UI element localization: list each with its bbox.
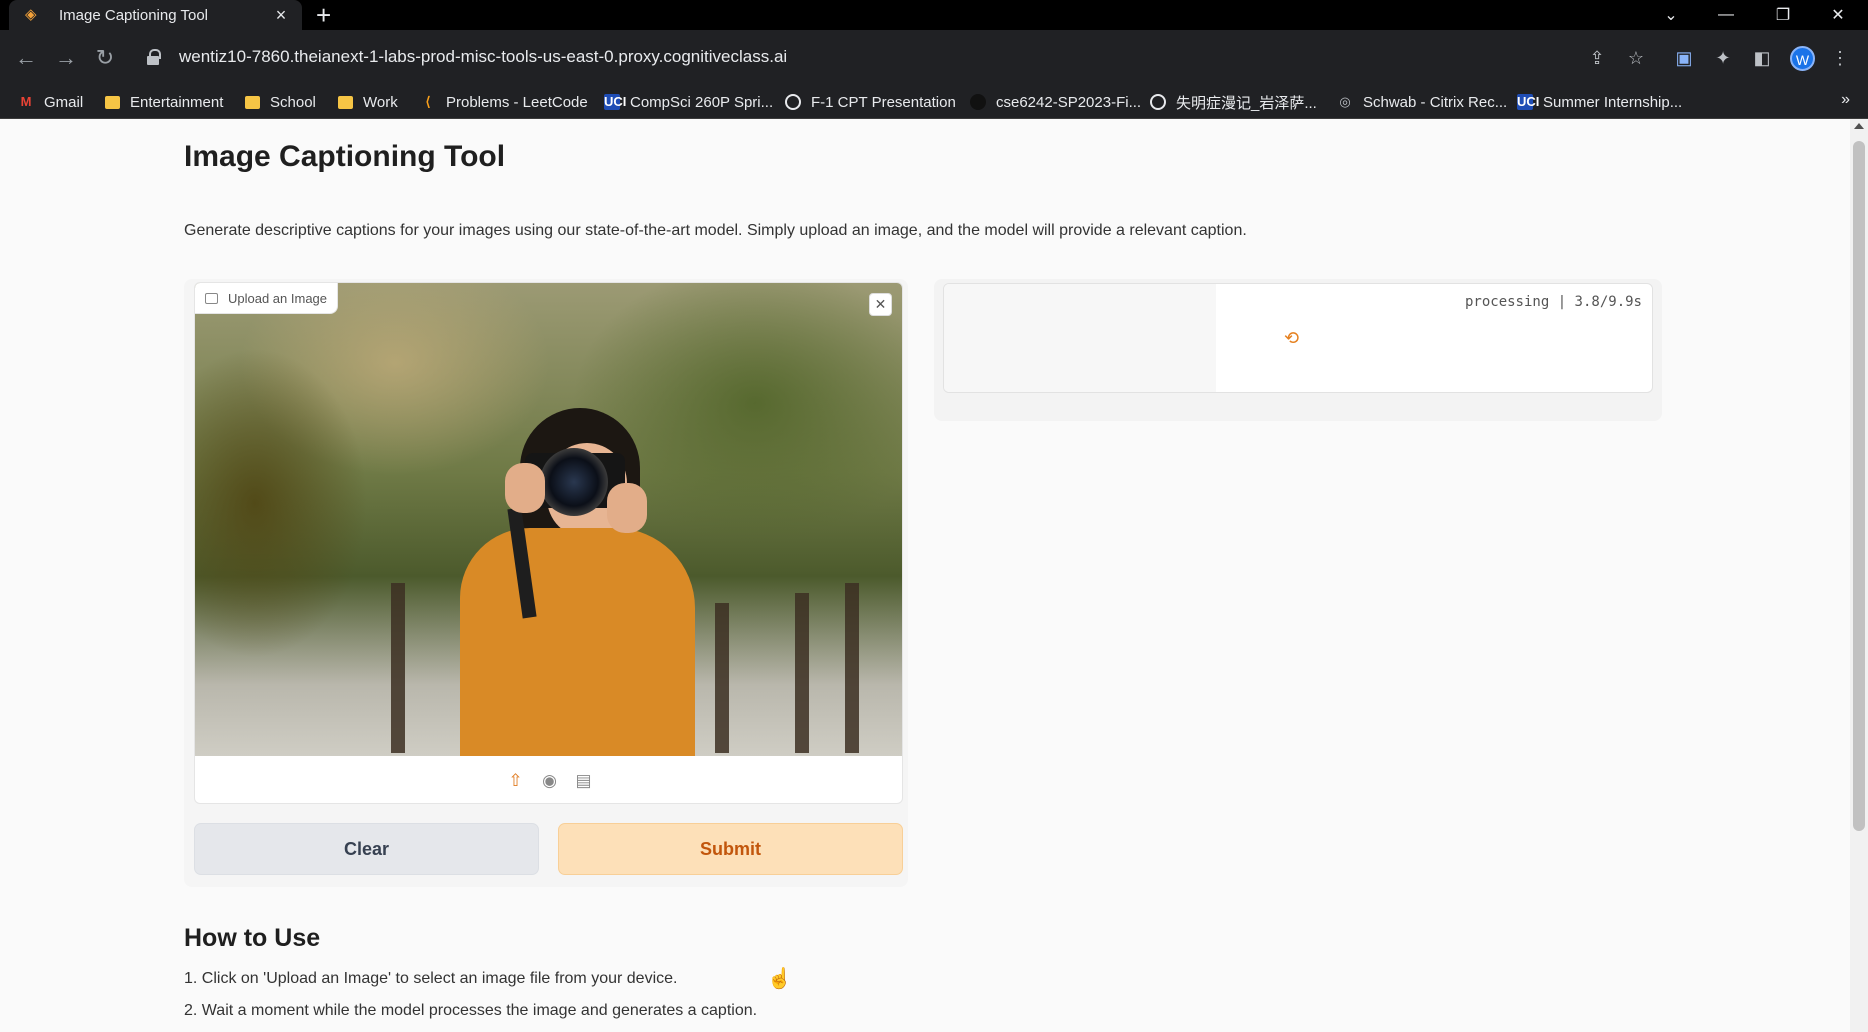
app-favicon-icon: ◈ bbox=[25, 6, 37, 23]
how-to-step: 1. Click on 'Upload an Image' to select … bbox=[184, 970, 678, 987]
tree-trunk bbox=[715, 603, 729, 753]
leetcode-icon: ⟨ bbox=[425, 94, 431, 109]
bookmark-label: CompSci 260P Spri... bbox=[630, 93, 774, 111]
bookmark-label: F-1 CPT Presentation bbox=[811, 93, 956, 111]
new-tab-icon[interactable]: + bbox=[316, 2, 331, 28]
tree-trunk bbox=[795, 593, 809, 753]
pointer-cursor-icon: ☝ bbox=[767, 968, 792, 990]
menu-icon[interactable]: ⋮ bbox=[1826, 44, 1854, 72]
bookmark-schwab[interactable]: ◎ Schwab - Citrix Rec... bbox=[1337, 85, 1507, 119]
uci-icon: UCI bbox=[604, 94, 627, 110]
bookmark-compsci[interactable]: UCI CompSci 260P Spri... bbox=[604, 85, 773, 119]
bookmark-gmail[interactable]: M Gmail bbox=[18, 85, 84, 119]
bookmark-leetcode[interactable]: ⟨ Problems - LeetCode bbox=[420, 85, 588, 119]
address-bar[interactable]: wentiz10-7860.theianext-1-labs-prod-misc… bbox=[135, 38, 1725, 76]
person-hand bbox=[607, 483, 647, 533]
bookmark-internship[interactable]: UCI Summer Internship... bbox=[1517, 85, 1682, 119]
folder-icon bbox=[338, 95, 353, 109]
image-icon bbox=[205, 292, 218, 304]
bookmark-school[interactable]: School bbox=[245, 85, 316, 119]
minimize-icon[interactable]: — bbox=[1699, 0, 1753, 30]
folder-icon bbox=[105, 95, 120, 109]
clipboard-icon[interactable]: ▤ bbox=[575, 771, 593, 790]
upload-label-text: Upload an Image bbox=[228, 290, 328, 306]
bookmark-cse6242[interactable]: cse6242-SP2023-Fi... bbox=[970, 85, 1141, 119]
caption-output-box: processing | 3.8/9.9s ⟲ bbox=[943, 283, 1653, 393]
bookmarks-bar: M Gmail Entertainment School Work ⟨ Prob… bbox=[0, 85, 1868, 119]
bookmark-entertainment[interactable]: Entertainment bbox=[105, 85, 223, 119]
bookmark-label: 失明症漫记_岩泽萨... bbox=[1176, 94, 1317, 112]
citrix-icon: ◎ bbox=[1339, 94, 1351, 109]
extensions-icon[interactable]: ✦ bbox=[1709, 44, 1737, 72]
tree-trunk bbox=[391, 583, 405, 753]
bookmark-work[interactable]: Work bbox=[338, 85, 398, 119]
bookmark-label: School bbox=[270, 93, 316, 111]
github-icon bbox=[970, 94, 986, 110]
bookmark-label: Problems - LeetCode bbox=[446, 93, 588, 111]
bookmark-label: Schwab - Citrix Rec... bbox=[1363, 93, 1508, 111]
uploaded-photo bbox=[195, 283, 902, 756]
bookmark-label: Work bbox=[363, 93, 398, 111]
image-source-toolbar: ⇧ ◉ ▤ bbox=[195, 756, 902, 803]
uci-icon: UCI bbox=[1517, 94, 1540, 110]
page-title: Image Captioning Tool bbox=[184, 140, 506, 173]
submit-button[interactable]: Submit bbox=[558, 823, 903, 875]
upload-icon[interactable]: ⇧ bbox=[507, 771, 525, 790]
close-tab-icon[interactable]: × bbox=[272, 5, 290, 26]
person-sweater bbox=[460, 528, 695, 756]
screen-cast-icon[interactable]: ▣ bbox=[1670, 44, 1698, 72]
forward-icon[interactable]: → bbox=[52, 44, 80, 72]
bookmark-label: Gmail bbox=[44, 93, 84, 111]
back-icon[interactable]: ← bbox=[12, 44, 40, 72]
lock-icon[interactable] bbox=[147, 49, 161, 65]
more-bookmarks-icon[interactable]: » bbox=[1841, 91, 1850, 109]
clear-button[interactable]: Clear bbox=[194, 823, 539, 875]
person-hand bbox=[505, 463, 545, 513]
page-description: Generate descriptive captions for your i… bbox=[184, 222, 1247, 239]
bookmark-label: Entertainment bbox=[130, 93, 224, 111]
folder-icon bbox=[245, 95, 260, 109]
side-panel-icon[interactable]: ◧ bbox=[1748, 44, 1776, 72]
remove-image-icon[interactable]: ✕ bbox=[869, 293, 892, 316]
bookmark-star-icon[interactable]: ☆ bbox=[1622, 44, 1650, 72]
web-page: Image Captioning Tool Generate descripti… bbox=[0, 119, 1850, 1032]
bookmark-cpt[interactable]: F-1 CPT Presentation bbox=[785, 85, 956, 119]
reload-icon[interactable]: ↻ bbox=[91, 44, 119, 72]
how-to-title: How to Use bbox=[184, 924, 321, 952]
profile-avatar[interactable]: W bbox=[1790, 46, 1815, 71]
scroll-up-icon[interactable] bbox=[1854, 123, 1864, 129]
globe-icon bbox=[1150, 94, 1166, 110]
browser-tab[interactable]: ◈ Image Captioning Tool × bbox=[9, 0, 302, 30]
output-panel: processing | 3.8/9.9s ⟲ bbox=[934, 279, 1662, 421]
tree-trunk bbox=[845, 583, 859, 753]
globe-icon bbox=[785, 94, 801, 110]
bookmark-label: cse6242-SP2023-Fi... bbox=[996, 93, 1142, 111]
tab-title: Image Captioning Tool bbox=[59, 6, 208, 24]
how-to-step: 2. Wait a moment while the model process… bbox=[184, 1002, 758, 1019]
tab-search-icon[interactable]: ⌄ bbox=[1644, 0, 1698, 30]
scroll-thumb[interactable] bbox=[1853, 141, 1865, 831]
upload-image-label: Upload an Image bbox=[195, 283, 339, 314]
webcam-icon[interactable]: ◉ bbox=[541, 771, 559, 790]
loading-spinner-icon: ⟲ bbox=[1284, 328, 1300, 348]
close-window-icon[interactable]: ✕ bbox=[1811, 0, 1865, 30]
page-scrollbar[interactable] bbox=[1850, 119, 1868, 1032]
bookmark-chinese[interactable]: 失明症漫记_岩泽萨... bbox=[1150, 85, 1317, 119]
camera-lens bbox=[540, 448, 608, 516]
restore-icon[interactable]: ❐ bbox=[1756, 0, 1810, 30]
gmail-icon: M bbox=[20, 94, 32, 109]
progress-fill bbox=[944, 284, 1216, 392]
share-icon[interactable]: ⇪ bbox=[1583, 44, 1611, 72]
toolbar: ← → ↻ wentiz10-7860.theianext-1-labs-pro… bbox=[0, 30, 1868, 85]
image-upload-box[interactable]: Upload an Image ✕ ⇧ ◉ ▤ bbox=[194, 282, 903, 804]
bookmark-label: Summer Internship... bbox=[1543, 93, 1683, 111]
input-panel: Upload an Image ✕ ⇧ ◉ ▤ Clear Submit bbox=[184, 279, 908, 887]
processing-status: processing | 3.8/9.9s bbox=[1464, 294, 1642, 310]
url-text[interactable]: wentiz10-7860.theianext-1-labs-prod-misc… bbox=[179, 47, 787, 67]
tab-strip: ◈ Image Captioning Tool × + ⌄ — ❐ ✕ bbox=[0, 0, 1868, 30]
